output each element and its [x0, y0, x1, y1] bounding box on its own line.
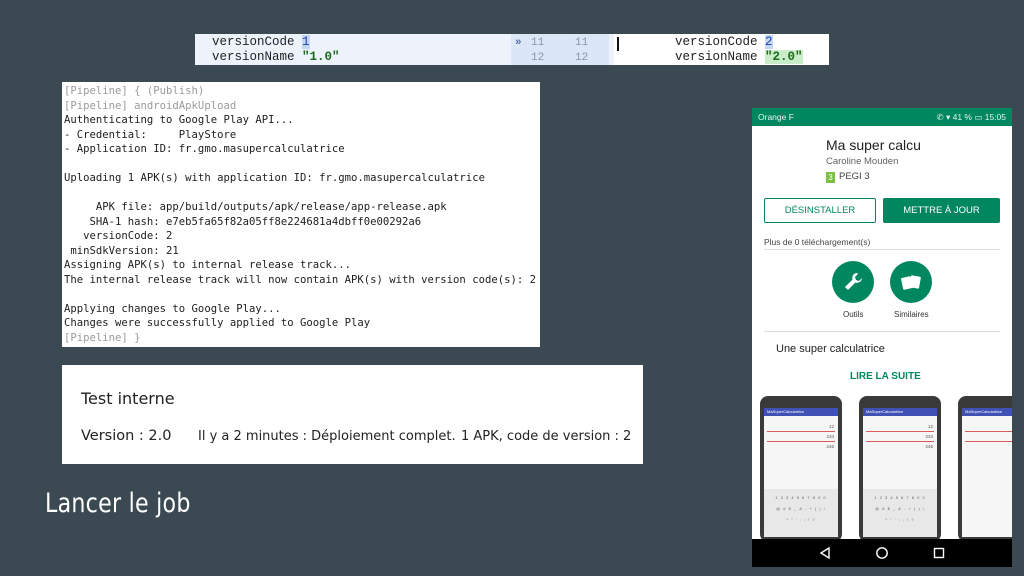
merge-arrow-icon[interactable]: » [515, 36, 522, 51]
app-screenshot[interactable]: MaSuperCalculatrice 12 234 [958, 396, 1012, 542]
console-line: - Application ID: fr.gmo.masupercalculat… [64, 143, 345, 155]
console-line: The internal release track will now cont… [64, 273, 536, 286]
console-line: SHA-1 hash: e7eb5fa65f82a05ff8e224681a4d… [64, 215, 422, 228]
console-line: APK file: app/build/outputs/apk/release/… [64, 201, 447, 213]
carrier-name: Orange F [758, 112, 794, 122]
wrench-icon [845, 273, 862, 290]
app-screenshot[interactable]: MaSuperCalculatrice 12 234 246 1 2 3 4 5… [760, 396, 842, 542]
console-line: Changes were successfully applied to Goo… [64, 317, 371, 329]
divider [764, 331, 1000, 332]
app-screenshot-value: 234 [826, 434, 834, 439]
keyboard: 1 2 3 4 5 6 7 8 9 0 @ # $ _ & - + ( ) / … [764, 489, 838, 537]
track-version: Version : 2.0 [81, 428, 172, 444]
keyboard-row: * " ' : ; ! ? [885, 517, 915, 522]
line-number: 12 [575, 51, 589, 64]
keyboard-row: 1 2 3 4 5 6 7 8 9 0 [775, 495, 827, 500]
console-line: versionCode: 2 [64, 230, 173, 242]
similar-category-button[interactable] [890, 261, 932, 303]
console-line: [Pipeline] androidApkUpload [64, 99, 237, 112]
android-nav-bar [752, 539, 1012, 567]
diff-right-name-value: "2.0" [765, 49, 803, 64]
console-line: Applying changes to Google Play... [64, 302, 281, 315]
play-store-phone-screenshot: Orange F ✆ ▾ 41 % ▭ 15:05 Ma super calcu… [752, 108, 1012, 567]
pipeline-console-log: [Pipeline] { (Publish) [Pipeline] androi… [62, 82, 540, 347]
status-indicators: ✆ ▾ 41 % ▭ 15:05 [936, 112, 1006, 122]
tools-category-button[interactable] [832, 261, 874, 303]
similar-category-label: Similaires [894, 310, 929, 319]
console-line: Assigning APK(s) to internal release tra… [64, 259, 352, 271]
keyboard-row: @ # $ _ & - + ( ) / [875, 506, 925, 511]
pegi-badge-icon: 3 [826, 172, 835, 183]
console-line: [Pipeline] { (Publish) [64, 85, 205, 97]
app-screenshot-value: 12 [962, 424, 1012, 429]
keyboard-row: * " ' : ; ! ? [786, 517, 816, 522]
app-developer[interactable]: Caroline Mouden [826, 156, 898, 167]
diff-right-name-key: versionName [675, 49, 766, 64]
app-screenshot-toolbar: MaSuperCalculatrice [764, 408, 838, 416]
keyboard-row: 1 2 3 4 5 6 7 8 9 0 [874, 495, 926, 500]
app-screenshot-toolbar: MaSuperCalculatrice [863, 408, 937, 416]
app-screenshot-toolbar: MaSuperCalculatrice [962, 408, 1012, 416]
line-number: 11 [531, 37, 545, 49]
console-line: - Credential: PlayStore [64, 128, 237, 141]
app-screenshot-value: 246 [925, 444, 933, 449]
diff-left-pane: versionCode 1 versionName "1.0" [195, 34, 511, 65]
app-screenshot[interactable]: MaSuperCalculatrice 12 234 246 1 2 3 4 5… [859, 396, 941, 542]
divider [764, 249, 1000, 250]
internal-test-track-panel: Test interne Version : 2.0 Il y a 2 minu… [62, 365, 643, 464]
diff-left-code-key: versionCode [212, 35, 303, 49]
pegi-label: PEGI 3 [839, 171, 870, 182]
line-number: 12 [531, 51, 545, 64]
track-deploy-status: Il y a 2 minutes : Déploiement complet. [198, 429, 456, 444]
read-more-link[interactable]: LIRE LA SUITE [850, 371, 921, 382]
uninstall-button[interactable]: DÉSINSTALLER [764, 198, 876, 223]
app-screenshot-value: 234 [925, 434, 933, 439]
diff-right-pane[interactable]: versionCode 2 versionName "2.0" [614, 34, 829, 65]
keyboard-row: @ # $ _ & - + ( ) / [776, 506, 826, 511]
update-button[interactable]: METTRE À JOUR [883, 198, 1000, 223]
diff-right-code-key: versionCode [675, 35, 766, 49]
line-number: 11 [575, 37, 589, 49]
back-icon[interactable] [818, 546, 832, 560]
text-cursor [617, 37, 619, 51]
console-line: Authenticating to Google Play API... [64, 114, 294, 126]
console-line: [Pipeline] } [64, 331, 141, 344]
app-screenshot-value: 246 [826, 444, 834, 449]
keyboard: 1 2 3 4 5 6 7 8 9 0 @ # $ _ & - + ( ) / … [863, 489, 937, 537]
app-description: Une super calculatrice [776, 343, 885, 355]
console-line: Uploading 1 APK(s) with application ID: … [64, 172, 485, 184]
track-title: Test interne [81, 389, 175, 408]
download-count: Plus de 0 téléchargement(s) [764, 237, 871, 247]
home-icon[interactable] [875, 546, 889, 560]
app-screenshot-value: 12 [927, 424, 933, 429]
diff-right-code-value: 2 [765, 35, 773, 49]
app-screenshot-value: 234 [962, 434, 1012, 439]
slide-caption: Lancer le job [45, 488, 191, 519]
diff-gutter: » 11 11 12 12 [511, 34, 609, 65]
track-apk-info: 1 APK, code de version : 2 [461, 429, 632, 444]
app-screenshot-value: 12 [828, 424, 834, 429]
app-title: Ma super calcu [826, 137, 921, 153]
pegi-rating: 3 PEGI 3 [826, 171, 870, 183]
status-bar: Orange F ✆ ▾ 41 % ▭ 15:05 [752, 108, 1012, 126]
diff-left-name-value: "1.0" [302, 49, 340, 64]
recents-icon[interactable] [932, 546, 946, 560]
diff-left-name-key: versionName [212, 49, 303, 64]
cards-icon [901, 275, 921, 290]
version-diff: versionCode 1 versionName "1.0" » 11 11 12… [195, 34, 829, 65]
console-line: minSdkVersion: 21 [64, 244, 179, 257]
tools-category-label: Outils [843, 310, 864, 319]
diff-left-code-value: 1 [302, 35, 310, 49]
